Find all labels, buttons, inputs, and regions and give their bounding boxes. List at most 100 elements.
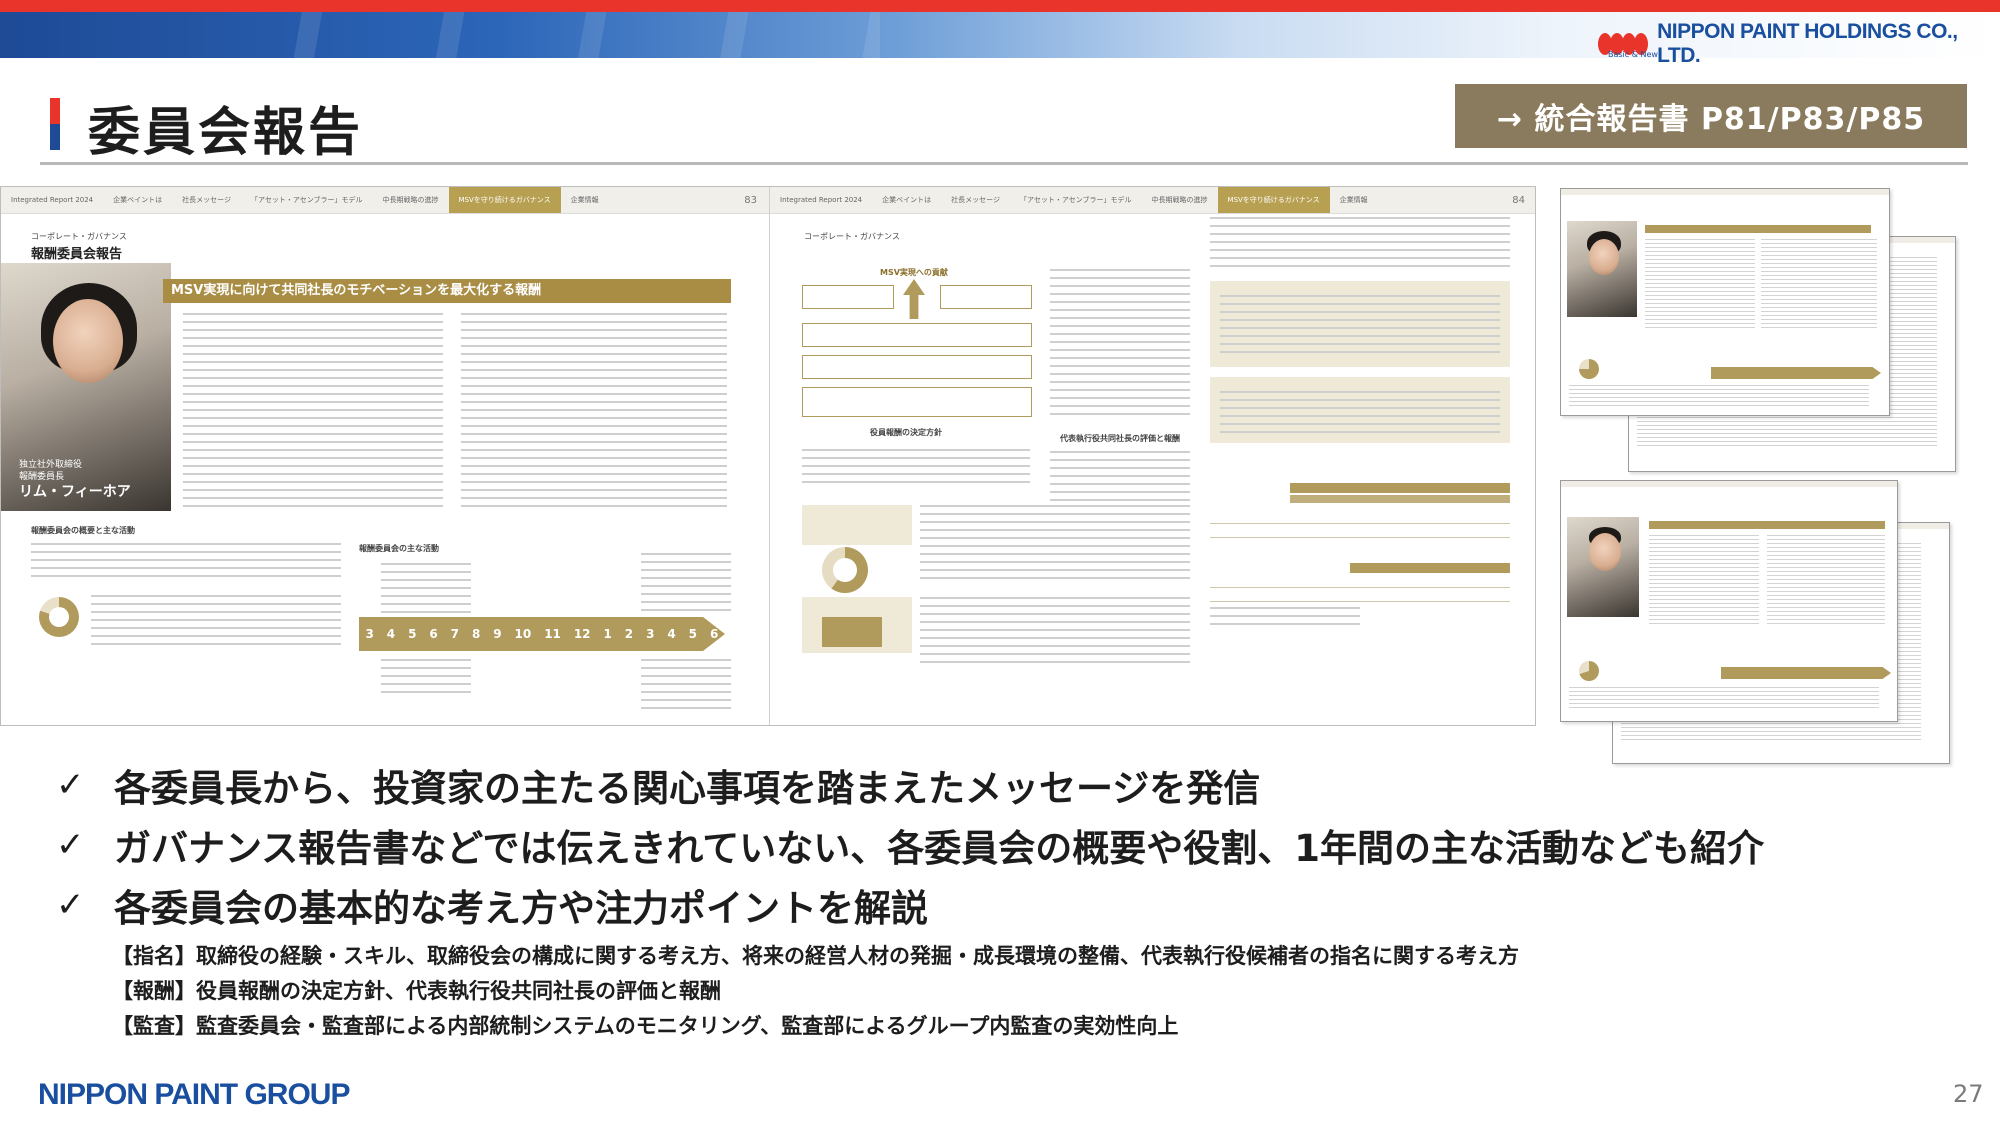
nav-item-active: MSVを守り続けるガバナンス bbox=[448, 187, 561, 213]
nav-item: Integrated Report 2024 bbox=[11, 196, 94, 204]
nav-item: 企業ベイントは bbox=[113, 196, 163, 204]
timeline-month: 5 bbox=[408, 627, 417, 641]
evaluation-label: 代表執行役共同社長の評価と報酬 bbox=[1060, 434, 1180, 443]
bullet-item: ✓ ガバナンス報告書などでは伝えきれていない、各委員会の概要や役割、1年間の主な… bbox=[56, 818, 1764, 872]
report-page-right: Integrated Report 2024 企業ベイントは 社長メッセージ 「… bbox=[770, 187, 1535, 725]
timeline-month: 4 bbox=[667, 627, 676, 641]
nav-item: 中長期戦略の進捗 bbox=[382, 196, 439, 204]
check-icon: ✓ bbox=[56, 885, 85, 925]
body-text bbox=[461, 313, 727, 508]
timeline-month: 3 bbox=[365, 627, 374, 641]
bullet-item: ✓ 各委員長から、投資家の主たる関心事項を踏まえたメッセージを発信 bbox=[56, 758, 1260, 812]
timeline-month: 1 bbox=[603, 627, 612, 641]
body-text bbox=[183, 313, 443, 508]
corporate-logo[interactable]: NIPPON PAINT HOLDINGS CO., LTD. bbox=[1598, 20, 2000, 67]
tsr-table-header bbox=[1290, 483, 1510, 493]
overview-label: 報酬委員会の概要と主な活動 bbox=[31, 526, 135, 535]
check-icon: ✓ bbox=[56, 765, 85, 805]
report-page-left: Integrated Report 2024 企業ベイントは 社長メッセージ 「… bbox=[1, 187, 770, 725]
bullet-text: ガバナンス報告書などでは伝えきれていない、各委員会の概要や役割、1年間の主な活動… bbox=[114, 827, 1765, 870]
nav-item: 「アセット・アセンブラー」モデル bbox=[251, 196, 363, 204]
nav-item: 企業情報 bbox=[570, 196, 599, 204]
ring-hole bbox=[49, 607, 69, 627]
committee-title: 報酬委員会報告 bbox=[31, 247, 123, 262]
timeline-month: 8 bbox=[471, 627, 481, 641]
page-title: 委員会報告 bbox=[88, 103, 364, 163]
overview-text bbox=[31, 543, 341, 577]
nav-item: 企業ベイントは bbox=[882, 196, 932, 204]
nav-item: 中長期戦略の進捗 bbox=[1151, 196, 1208, 204]
timeline-month: 2 bbox=[624, 627, 634, 641]
timeline-month: 9 bbox=[493, 627, 502, 641]
msv-label: MSV実現への貢献 bbox=[880, 268, 948, 277]
timeline-arrow: 3 4 5 6 7 8 9 10 11 12 1 2 3 4 5 6 bbox=[359, 617, 725, 651]
detail-nomination: 【指名】取締役の経験・スキル、取締役会の構成に関する考え方、将来の経営人材の発掘… bbox=[112, 944, 1519, 968]
body-text bbox=[920, 505, 1190, 585]
pay-mix-bar bbox=[822, 617, 882, 647]
timeline-month: 5 bbox=[688, 627, 698, 641]
nav-item: Integrated Report 2024 bbox=[780, 196, 863, 204]
timeline-month: 7 bbox=[450, 627, 460, 641]
bullet-item: ✓ 各委員会の基本的な考え方や注力ポイントを解説 bbox=[56, 878, 928, 932]
page-indicator: 84 bbox=[1512, 194, 1525, 206]
report-nav-left: Integrated Report 2024 企業ベイントは 社長メッセージ 「… bbox=[1, 187, 769, 214]
company-tagline: Basic & New bbox=[1608, 50, 1658, 59]
activity-text bbox=[381, 659, 471, 699]
diagram-box bbox=[802, 355, 1032, 379]
nav-item: 「アセット・アセンブラー」モデル bbox=[1020, 196, 1132, 204]
timeline-month: 6 bbox=[709, 627, 719, 641]
nav-item-active: MSVを守り続けるガバナンス bbox=[1217, 187, 1330, 213]
nav-item: 企業情報 bbox=[1339, 196, 1368, 204]
bullet-text: 各委員会の基本的な考え方や注力ポイントを解説 bbox=[114, 887, 928, 930]
activity-text bbox=[641, 553, 731, 613]
detail-audit: 【監査】監査委員会・監査部による内部統制システムのモニタリング、監査部によるグル… bbox=[112, 1014, 1179, 1038]
timeline-month: 4 bbox=[386, 627, 396, 641]
pe-table-header bbox=[1350, 563, 1510, 573]
ring-hole bbox=[833, 558, 857, 582]
section-label: コーポレート・ガバナンス bbox=[804, 232, 900, 241]
policy-box bbox=[802, 505, 912, 545]
report-thumbnail bbox=[1560, 480, 1898, 722]
report-nav-right: Integrated Report 2024 企業ベイントは 社長メッセージ 「… bbox=[770, 187, 1535, 214]
detail-compensation: 【報酬】役員報酬の決定方針、代表執行役共同社長の評価と報酬 bbox=[112, 979, 721, 1003]
timeline-month: 11 bbox=[544, 627, 561, 641]
tsr-table-subheader bbox=[1290, 495, 1510, 503]
nav-item: 社長メッセージ bbox=[182, 196, 232, 204]
timeline-month: 12 bbox=[573, 627, 591, 641]
diagram-box bbox=[940, 285, 1032, 309]
table-row bbox=[1210, 525, 1510, 538]
headline-bar: MSV実現に向けて共同社長のモチベーションを最大化する報酬 bbox=[163, 279, 731, 303]
up-arrow-icon bbox=[903, 279, 925, 319]
activities-label: 報酬委員会の主な活動 bbox=[359, 544, 439, 553]
report-spread-image: Integrated Report 2024 企業ベイントは 社長メッセージ 「… bbox=[0, 186, 1536, 726]
diagram-box bbox=[802, 387, 1032, 417]
body-text bbox=[920, 597, 1190, 667]
policy-label: 役員報酬の決定方針 bbox=[870, 428, 942, 437]
body-text bbox=[802, 449, 1030, 485]
activity-text bbox=[641, 659, 731, 709]
footnote bbox=[1210, 607, 1360, 629]
body-text bbox=[1210, 217, 1510, 267]
body-text bbox=[1050, 269, 1190, 419]
table-row bbox=[1210, 591, 1510, 602]
section-label: コーポレート・ガバナンス bbox=[31, 232, 127, 241]
box-text bbox=[1220, 295, 1500, 359]
overview-text bbox=[91, 595, 341, 645]
box-text bbox=[1220, 391, 1500, 437]
diagram-box bbox=[802, 323, 1032, 347]
header-red-stripe bbox=[0, 0, 2000, 12]
table-row bbox=[1210, 577, 1510, 588]
table-row bbox=[1210, 511, 1510, 524]
title-divider bbox=[40, 162, 1968, 165]
company-name: NIPPON PAINT HOLDINGS CO., LTD. bbox=[1657, 20, 1958, 67]
page-indicator: 83 bbox=[744, 194, 757, 206]
nav-item: 社長メッセージ bbox=[951, 196, 1001, 204]
activity-text bbox=[381, 563, 471, 613]
group-logo[interactable]: NIPPON PAINT GROUP bbox=[38, 1078, 350, 1112]
chair-photo: 独立社外取締役 報酬委員長 リム・フィーホア bbox=[1, 263, 171, 511]
diagram-box bbox=[802, 285, 894, 309]
report-thumbnail bbox=[1560, 188, 1890, 416]
bullet-text: 各委員長から、投資家の主たる関心事項を踏まえたメッセージを発信 bbox=[114, 767, 1261, 810]
report-reference-badge: → 統合報告書 P81/P83/P85 bbox=[1455, 84, 1967, 148]
timeline-month: 3 bbox=[646, 627, 655, 641]
